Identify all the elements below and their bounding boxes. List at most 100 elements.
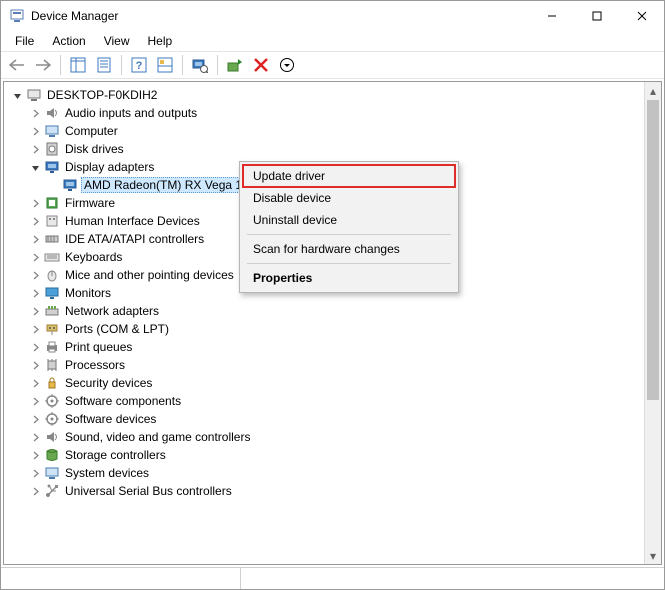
audio-icon (44, 105, 60, 121)
forward-button[interactable] (31, 54, 55, 76)
minimize-button[interactable] (529, 1, 574, 31)
tree-node-label: Computer (63, 124, 120, 138)
menu-bar: File Action View Help (1, 31, 664, 51)
chevron-right-icon[interactable] (28, 376, 42, 390)
window-title: Device Manager (31, 9, 118, 23)
properties-button[interactable] (92, 54, 116, 76)
tree-category-node[interactable]: Disk drives (8, 140, 661, 158)
chevron-right-icon[interactable] (28, 340, 42, 354)
scan-hardware-button[interactable] (188, 54, 212, 76)
maximize-button[interactable] (574, 1, 619, 31)
tree-node-label: Processors (63, 358, 127, 372)
chevron-right-icon[interactable] (28, 196, 42, 210)
device-tree[interactable]: DESKTOP-F0KDIH2 Audio inputs and outputs… (3, 81, 662, 565)
chevron-right-icon[interactable] (28, 304, 42, 318)
ide-icon (44, 231, 60, 247)
more-actions-button[interactable] (275, 54, 299, 76)
tree-node-label: Monitors (63, 286, 113, 300)
context-menu-item[interactable]: Properties (243, 267, 455, 289)
menu-view[interactable]: View (96, 32, 138, 50)
mouse-icon (44, 267, 60, 283)
chevron-down-icon[interactable] (28, 160, 42, 174)
tree-node-label: Disk drives (63, 142, 126, 156)
chevron-down-icon[interactable] (10, 88, 24, 102)
context-menu-item[interactable]: Disable device (243, 187, 455, 209)
tree-area: DESKTOP-F0KDIH2 Audio inputs and outputs… (1, 79, 664, 567)
chevron-right-icon[interactable] (28, 322, 42, 336)
show-hide-tree-button[interactable] (66, 54, 90, 76)
status-cell (241, 568, 664, 589)
tree-node-label: DESKTOP-F0KDIH2 (45, 88, 159, 102)
software-icon (44, 393, 60, 409)
sound-icon (44, 429, 60, 445)
status-cell (1, 568, 241, 589)
tree-root-node[interactable]: DESKTOP-F0KDIH2 (8, 86, 661, 104)
tree-node-label: Ports (COM & LPT) (63, 322, 171, 336)
tree-node-label: Audio inputs and outputs (63, 106, 199, 120)
tree-node-label: System devices (63, 466, 151, 480)
chevron-right-icon[interactable] (28, 286, 42, 300)
tree-category-node[interactable]: Software components (8, 392, 661, 410)
chevron-right-icon[interactable] (28, 466, 42, 480)
chevron-right-icon[interactable] (28, 142, 42, 156)
chevron-right-icon[interactable] (28, 358, 42, 372)
tree-node-label: Firmware (63, 196, 117, 210)
tree-category-node[interactable]: Ports (COM & LPT) (8, 320, 661, 338)
scroll-down-button[interactable]: ▾ (645, 547, 661, 564)
menu-help[interactable]: Help (140, 32, 181, 50)
tree-category-node[interactable]: System devices (8, 464, 661, 482)
tree-category-node[interactable]: Sound, video and game controllers (8, 428, 661, 446)
chevron-right-icon[interactable] (28, 106, 42, 120)
hid-icon (44, 213, 60, 229)
context-menu-item[interactable]: Update driver (242, 164, 456, 188)
tree-category-node[interactable]: Audio inputs and outputs (8, 104, 661, 122)
chevron-right-icon[interactable] (28, 430, 42, 444)
tree-category-node[interactable]: Storage controllers (8, 446, 661, 464)
tree-category-node[interactable]: Processors (8, 356, 661, 374)
chevron-right-icon[interactable] (28, 484, 42, 498)
storage-icon (44, 447, 60, 463)
tree-node-label: Sound, video and game controllers (63, 430, 252, 444)
status-bar (1, 567, 664, 589)
update-driver-button[interactable] (223, 54, 247, 76)
chevron-right-icon[interactable] (28, 412, 42, 426)
chevron-right-icon[interactable] (28, 124, 42, 138)
tree-category-node[interactable]: Computer (8, 122, 661, 140)
back-button[interactable] (5, 54, 29, 76)
chevron-right-icon[interactable] (28, 232, 42, 246)
display-icon (62, 177, 78, 193)
menu-action[interactable]: Action (44, 32, 93, 50)
svg-text:?: ? (136, 60, 143, 72)
tree-node-label: IDE ATA/ATAPI controllers (63, 232, 206, 246)
chevron-right-icon[interactable] (28, 394, 42, 408)
cpu-icon (44, 357, 60, 373)
device-manager-window: Device Manager File Action View Help ? (0, 0, 665, 590)
menu-file[interactable]: File (7, 32, 42, 50)
chevron-right-icon[interactable] (28, 268, 42, 282)
title-bar[interactable]: Device Manager (1, 1, 664, 31)
chevron-right-icon[interactable] (28, 250, 42, 264)
chevron-right-icon[interactable] (28, 214, 42, 228)
help-button[interactable]: ? (127, 54, 151, 76)
toolbar: ? (1, 51, 664, 79)
tree-category-node[interactable]: Software devices (8, 410, 661, 428)
context-menu-item[interactable]: Scan for hardware changes (243, 238, 455, 260)
context-menu-item[interactable]: Uninstall device (243, 209, 455, 231)
tree-node-label: Security devices (63, 376, 154, 390)
chevron-right-icon[interactable] (28, 448, 42, 462)
app-icon (9, 8, 25, 24)
network-icon (44, 303, 60, 319)
context-menu-separator (247, 263, 451, 264)
ports-icon (44, 321, 60, 337)
tree-category-node[interactable]: Security devices (8, 374, 661, 392)
vertical-scrollbar[interactable]: ▴ ▾ (644, 82, 661, 564)
scroll-up-button[interactable]: ▴ (645, 82, 661, 99)
uninstall-device-button[interactable] (249, 54, 273, 76)
tree-category-node[interactable]: Print queues (8, 338, 661, 356)
computer-icon (26, 87, 42, 103)
tree-category-node[interactable]: Network adapters (8, 302, 661, 320)
scrollbar-thumb[interactable] (647, 100, 659, 400)
close-button[interactable] (619, 1, 664, 31)
tree-category-node[interactable]: Universal Serial Bus controllers (8, 482, 661, 500)
action-view-button[interactable] (153, 54, 177, 76)
